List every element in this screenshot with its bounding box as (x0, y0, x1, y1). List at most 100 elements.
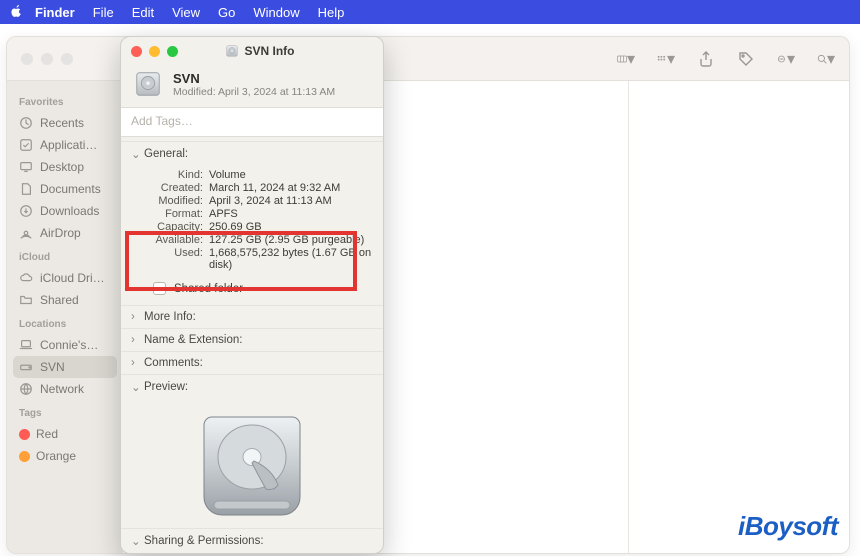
sidebar-item-label: Downloads (40, 204, 99, 218)
group-icon[interactable]: ▾ (657, 51, 675, 67)
created-label: Created: (149, 182, 203, 194)
sidebar-item-documents[interactable]: Documents (13, 178, 117, 200)
tags-input[interactable]: Add Tags… (121, 107, 383, 137)
info-titlebar[interactable]: SVN Info (121, 37, 383, 65)
preview-body (121, 399, 383, 527)
sidebar-item-label: Recents (40, 116, 84, 130)
drive-preview-icon (192, 405, 312, 525)
laptop-icon (19, 338, 34, 352)
action-icon[interactable]: ▾ (777, 51, 795, 67)
sidebar-head-icloud: iCloud (19, 252, 111, 263)
sidebar-item-label: Shared (40, 293, 79, 307)
tag-dot-orange (19, 451, 30, 462)
sidebar-item-shared[interactable]: Shared (13, 289, 117, 311)
shared-folder-row: Shared folder (121, 278, 383, 305)
sidebar-head-favorites: Favorites (19, 97, 111, 108)
menu-edit[interactable]: Edit (132, 5, 154, 20)
get-info-window: SVN Info SVN Modified: April 3, 2024 at … (120, 36, 384, 554)
created-value: March 11, 2024 at 9:32 AM (209, 182, 373, 194)
apple-menu-icon[interactable] (10, 4, 23, 21)
downloads-icon (19, 204, 34, 218)
drive-icon (133, 69, 163, 99)
general-body: Kind:Volume Created:March 11, 2024 at 9:… (121, 166, 383, 278)
tag-icon[interactable] (737, 51, 755, 67)
section-more-info-toggle[interactable]: ›More Info: (121, 306, 383, 328)
menu-window[interactable]: Window (253, 5, 299, 20)
chevron-down-icon: ⌄ (131, 147, 140, 161)
sidebar-item-label: AirDrop (40, 226, 81, 240)
modified-label: Modified: (149, 195, 203, 207)
view-columns-icon[interactable]: ▾ (617, 51, 635, 67)
close-icon[interactable] (131, 46, 142, 57)
sidebar-item-label: Desktop (40, 160, 84, 174)
folder-icon (19, 293, 34, 307)
sidebar-item-recents[interactable]: Recents (13, 112, 117, 134)
section-name-ext-toggle[interactable]: › Name & Extension: (121, 329, 383, 351)
volume-name: SVN (173, 71, 335, 86)
desktop-icon (19, 160, 34, 174)
section-label: Name & Extension: (144, 334, 242, 346)
menu-file[interactable]: File (93, 5, 114, 20)
zoom-icon[interactable] (61, 53, 73, 65)
sidebar-item-label: Orange (36, 449, 76, 463)
drive-icon (19, 360, 34, 374)
finder-sidebar: Favorites Recents Applicati… Desktop Doc… (7, 81, 123, 553)
tag-dot-red (19, 429, 30, 440)
documents-icon (19, 182, 34, 196)
menu-app-name[interactable]: Finder (35, 5, 75, 20)
close-icon[interactable] (21, 53, 33, 65)
shared-folder-checkbox[interactable] (153, 282, 166, 295)
sidebar-head-tags: Tags (19, 408, 111, 419)
chevron-right-icon: › (131, 311, 140, 323)
chevron-down-icon: ⌄ (131, 380, 140, 394)
menu-bar: Finder File Edit View Go Window Help (0, 0, 860, 24)
volume-modified: Modified: April 3, 2024 at 11:13 AM (173, 86, 335, 98)
sidebar-head-locations: Locations (19, 319, 111, 330)
info-title: SVN Info (245, 44, 295, 58)
sidebar-item-icloud-drive[interactable]: iCloud Dri… (13, 267, 117, 289)
airdrop-icon (19, 226, 34, 240)
menu-view[interactable]: View (172, 5, 200, 20)
sidebar-item-computer[interactable]: Connie's… (13, 334, 117, 356)
modified-value: April 3, 2024 at 11:13 AM (209, 195, 373, 207)
desktop: ▾ ▾ ▾ ▾ Favorites Recents Applicati… Des… (0, 24, 860, 556)
sidebar-item-airdrop[interactable]: AirDrop (13, 222, 117, 244)
section-sharing-toggle[interactable]: ⌄ Sharing & Permissions: (121, 529, 383, 553)
tags-placeholder: Add Tags… (131, 114, 193, 128)
sidebar-tag-orange[interactable]: Orange (13, 445, 117, 467)
chevron-right-icon: › (131, 334, 140, 346)
section-comments-toggle[interactable]: › Comments: (121, 352, 383, 374)
section-label: Comments: (144, 357, 203, 369)
section-general-toggle[interactable]: ⌄General: (121, 142, 383, 166)
sidebar-item-applications[interactable]: Applicati… (13, 134, 117, 156)
info-header: SVN Modified: April 3, 2024 at 11:13 AM (121, 65, 383, 107)
section-preview-toggle[interactable]: ⌄ Preview: (121, 375, 383, 399)
finder-traffic-lights[interactable] (21, 53, 73, 65)
cloud-icon (19, 271, 34, 285)
sidebar-tag-red[interactable]: Red (13, 423, 117, 445)
kind-value: Volume (209, 169, 373, 181)
search-icon[interactable]: ▾ (817, 51, 835, 67)
chevron-right-icon: › (131, 357, 140, 369)
shared-folder-label: Shared folder (174, 283, 243, 295)
menu-go[interactable]: Go (218, 5, 235, 20)
format-label: Format: (149, 208, 203, 220)
menu-help[interactable]: Help (318, 5, 345, 20)
section-label: Preview: (144, 381, 188, 393)
used-label: Used: (149, 247, 203, 271)
minimize-icon[interactable] (41, 53, 53, 65)
sidebar-item-svn[interactable]: SVN (13, 356, 117, 378)
chevron-down-icon: ⌄ (131, 534, 140, 548)
sidebar-item-downloads[interactable]: Downloads (13, 200, 117, 222)
globe-icon (19, 382, 34, 396)
share-icon[interactable] (697, 51, 715, 67)
sidebar-item-label: Network (40, 382, 84, 396)
format-value: APFS (209, 208, 373, 220)
section-label: Sharing & Permissions: (144, 535, 264, 547)
clock-icon (19, 116, 34, 130)
drive-icon (225, 44, 239, 58)
used-value: 1,668,575,232 bytes (1.67 GB on disk) (209, 247, 373, 271)
sidebar-item-network[interactable]: Network (13, 378, 117, 400)
sidebar-item-label: Documents (40, 182, 101, 196)
sidebar-item-desktop[interactable]: Desktop (13, 156, 117, 178)
